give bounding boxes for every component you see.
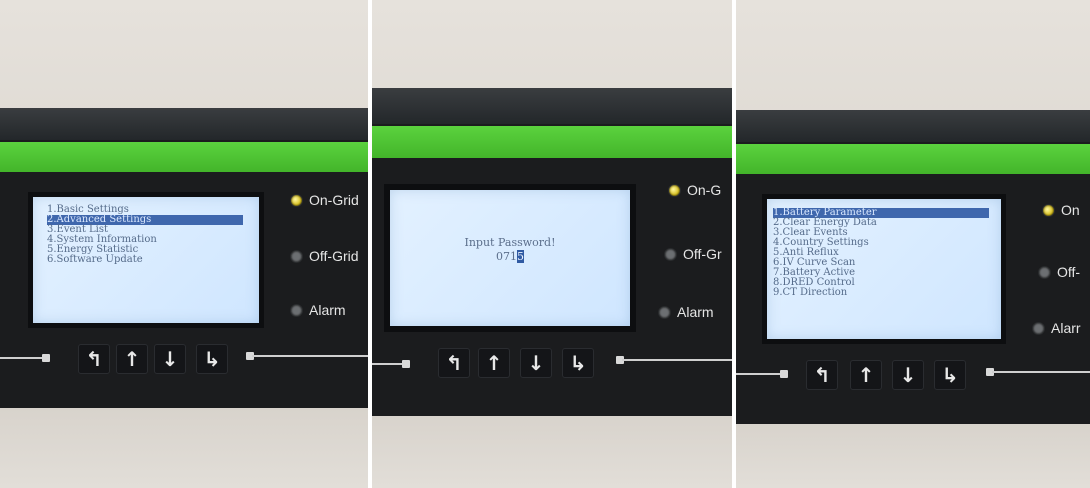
off-grid-label: Off-Grid (309, 248, 359, 264)
down-button[interactable]: ↓ (520, 348, 552, 378)
down-button[interactable]: ↓ (154, 344, 186, 374)
back-button[interactable]: ↰ (78, 344, 110, 374)
rail-end-dot (780, 370, 788, 378)
button-rail-right (622, 359, 732, 361)
alarm-led-icon (658, 305, 671, 319)
led-off-grid: Off-Gr (664, 246, 722, 262)
led-alarm: Alarm (290, 302, 346, 318)
alarm-led-icon (290, 303, 303, 317)
button-rail-right (992, 371, 1090, 373)
off-grid-led-icon (290, 249, 303, 263)
on-grid-led-icon (290, 193, 303, 207)
led-off-grid: Off- (1038, 264, 1080, 280)
off-grid-label: Off-Gr (683, 246, 722, 262)
password-cursor: 5 (517, 250, 524, 263)
password-prompt: Input Password! (464, 236, 556, 249)
back-button[interactable]: ↰ (806, 360, 838, 390)
rail-end-dot (42, 354, 50, 362)
alarm-label: Alarm (677, 304, 714, 320)
off-grid-led-icon (664, 247, 677, 261)
panel-1-main-menu: 1.Basic Settings 2.Advanced Settings 3.Eve… (0, 0, 368, 488)
led-alarm: Alarr (1032, 320, 1081, 336)
button-rail-right (252, 355, 368, 357)
green-band (0, 142, 368, 172)
password-input[interactable]: 0715 (390, 250, 630, 263)
wall-bottom (372, 416, 732, 488)
on-grid-label: On-Grid (309, 192, 359, 208)
lcd-screen: 1.Battery Parameter 2.Clear Energy Data 3.… (767, 199, 1001, 339)
on-grid-led-icon (668, 183, 681, 197)
button-rail-left (736, 373, 780, 375)
on-grid-label: On-G (687, 182, 722, 198)
password-value: 071 (496, 250, 517, 263)
up-button[interactable]: ↑ (116, 344, 148, 374)
off-grid-label: Off- (1057, 264, 1081, 280)
button-rail-left (0, 357, 44, 359)
panel-3-advanced-menu: 1.Battery Parameter 2.Clear Energy Data 3.… (736, 0, 1090, 488)
menu-item[interactable]: 9.CT Direction (773, 288, 989, 298)
led-off-grid: Off-Grid (290, 248, 359, 264)
back-button[interactable]: ↰ (438, 348, 470, 378)
led-on-grid: On (1042, 202, 1080, 218)
rail-end-dot (402, 360, 410, 368)
up-button[interactable]: ↑ (850, 360, 882, 390)
on-grid-led-icon (1042, 203, 1055, 217)
enter-button[interactable]: ↳ (196, 344, 228, 374)
down-button[interactable]: ↓ (892, 360, 924, 390)
panel-2-password: Input Password! 0715 On-G Off-Gr Alarm ↰… (372, 0, 732, 488)
off-grid-led-icon (1038, 265, 1051, 279)
device-top-strip (0, 108, 368, 140)
led-on-grid: On-G (668, 182, 721, 198)
wall-bottom (0, 408, 368, 488)
enter-button[interactable]: ↳ (934, 360, 966, 390)
alarm-led-icon (1032, 321, 1045, 335)
up-button[interactable]: ↑ (478, 348, 510, 378)
wall-bottom (736, 424, 1090, 488)
button-rail-left (372, 363, 402, 365)
lcd-screen: Input Password! 0715 (390, 190, 630, 326)
alarm-label: Alarm (309, 302, 346, 318)
device-top-strip (736, 110, 1090, 142)
menu-item[interactable]: 6.Software Update (47, 255, 243, 265)
green-band (736, 144, 1090, 174)
alarm-label: Alarr (1051, 320, 1081, 336)
lcd-screen: 1.Basic Settings 2.Advanced Settings 3.Eve… (33, 197, 259, 323)
on-grid-label: On (1061, 202, 1080, 218)
led-alarm: Alarm (658, 304, 714, 320)
enter-button[interactable]: ↳ (562, 348, 594, 378)
device-top-strip (372, 88, 732, 124)
led-on-grid: On-Grid (290, 192, 359, 208)
green-band (372, 126, 732, 158)
